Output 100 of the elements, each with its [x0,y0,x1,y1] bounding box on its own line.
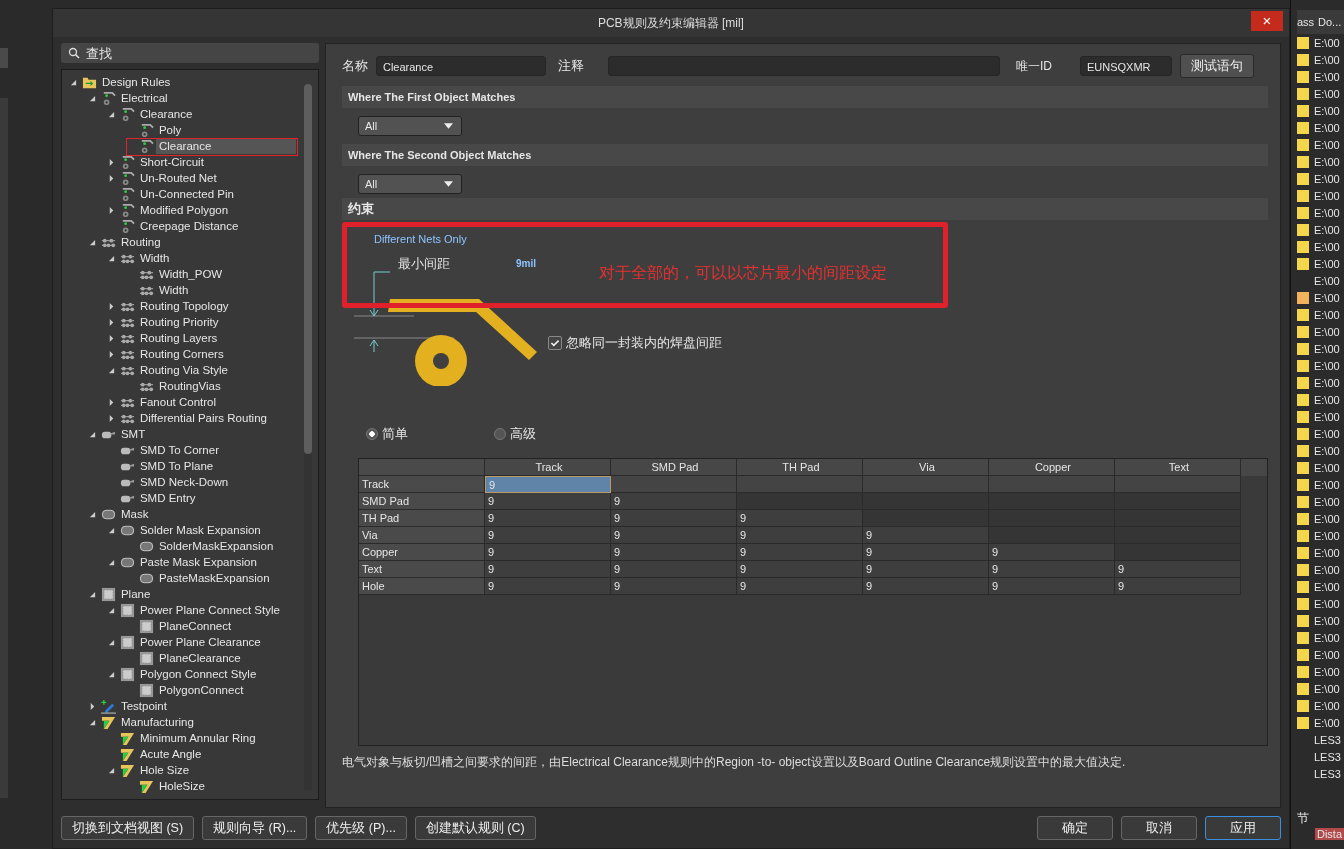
dialog-button[interactable]: 规则向导 (R)... [202,816,308,840]
collapse-arrow-icon[interactable] [107,110,115,118]
file-path[interactable]: E:\00 [1313,70,1340,83]
table-cell[interactable]: 9 [736,578,863,595]
collapse-arrow-icon[interactable] [107,766,115,774]
checkbox[interactable] [547,336,562,350]
table-cell[interactable]: 9 [484,561,611,578]
comment-field[interactable] [607,56,1000,76]
table-cell[interactable]: 9 [1114,578,1241,595]
tree-item[interactable]: Testpoint [117,698,170,714]
tree-item[interactable]: Acute Angle [136,746,205,762]
file-path[interactable]: E:\00 [1313,36,1340,49]
collapse-arrow-icon[interactable] [107,526,115,534]
tree-item[interactable]: Solder Mask Expansion [136,522,264,538]
file-path[interactable]: E:\00 [1313,308,1340,321]
file-path[interactable]: E:\00 [1313,291,1340,304]
tree-item[interactable]: Power Plane Clearance [136,634,264,650]
tree-item[interactable]: Width_POW [155,266,226,282]
tree-item[interactable]: SMD To Corner [136,442,222,458]
file-path[interactable]: E:\00 [1313,138,1340,151]
tree-item[interactable]: Power Plane Connect Style [136,602,283,618]
tree-item[interactable]: SMD Entry [136,490,199,506]
expand-arrow-icon[interactable] [88,702,96,710]
file-path[interactable]: E:\00 [1313,223,1340,236]
file-path[interactable]: E:\00 [1313,104,1340,117]
expand-arrow-icon[interactable] [107,350,115,358]
file-path[interactable]: E:\00 [1313,529,1340,542]
scope-dropdown[interactable]: All [357,174,462,194]
expand-arrow-icon[interactable] [107,334,115,342]
tree-item[interactable]: SMD Neck-Down [136,474,232,490]
file-path[interactable]: E:\00 [1313,393,1340,406]
dialog-button[interactable]: 优先级 (P)... [315,816,407,840]
table-cell[interactable]: 9 [988,561,1115,578]
tree-item[interactable]: Clearance [136,106,196,122]
collapse-arrow-icon[interactable] [69,78,77,86]
tree-item[interactable]: RoutingVias [155,378,224,394]
file-path[interactable]: E:\00 [1313,699,1340,712]
tree-item[interactable]: Modified Polygon [136,202,232,218]
table-cell[interactable]: 9 [484,527,611,544]
expand-arrow-icon[interactable] [107,318,115,326]
expand-arrow-icon[interactable] [107,158,115,166]
file-path[interactable]: LES3 [1313,750,1341,763]
expand-arrow-icon[interactable] [107,398,115,406]
collapse-arrow-icon[interactable] [88,238,96,246]
scrollbar[interactable] [303,84,312,790]
collapse-arrow-icon[interactable] [107,366,115,374]
tree-item[interactable]: Paste Mask Expansion [136,554,260,570]
table-cell[interactable]: 9 [862,527,989,544]
expand-arrow-icon[interactable] [107,414,115,422]
table-cell[interactable]: 9 [736,510,863,527]
file-path[interactable]: E:\00 [1313,376,1340,389]
tree-item[interactable]: HoleSize [155,778,208,794]
collapse-arrow-icon[interactable] [107,670,115,678]
tree-item[interactable]: Short-Circuit [136,154,207,170]
tree-item[interactable]: Routing Corners [136,346,227,362]
tree-item[interactable]: Routing Priority [136,314,222,330]
tree-item[interactable]: PasteMaskExpansion [155,570,273,586]
file-path[interactable]: E:\00 [1313,495,1340,508]
file-path[interactable]: E:\00 [1313,512,1340,525]
tree-item[interactable]: Electrical [117,90,171,106]
file-path[interactable]: E:\00 [1313,410,1340,423]
table-cell[interactable]: 9 [484,544,611,561]
collapse-arrow-icon[interactable] [88,94,96,102]
file-path[interactable]: E:\00 [1313,580,1340,593]
table-cell[interactable]: 9 [862,544,989,561]
id-field[interactable]: EUNSQXMR [1079,56,1172,76]
table-cell[interactable]: 9 [736,544,863,561]
tree-item[interactable]: Differential Pairs Routing [136,410,270,426]
name-field[interactable]: Clearance [375,56,546,76]
table-cell[interactable]: 9 [610,527,737,544]
collapse-arrow-icon[interactable] [107,606,115,614]
dialog-button[interactable]: 切换到文档视图 (S) [60,816,195,840]
file-path[interactable]: LES3 [1313,767,1341,780]
file-path[interactable]: E:\00 [1313,342,1340,355]
table-cell[interactable]: 9 [484,510,611,527]
file-path[interactable]: E:\00 [1313,325,1340,338]
table-cell[interactable]: 9 [484,578,611,595]
dialog-button[interactable]: 应用 [1204,816,1281,840]
tree-item[interactable]: Polygon Connect Style [136,666,260,682]
dialog-button[interactable]: 确定 [1036,816,1113,840]
table-cell[interactable]: 9 [862,578,989,595]
tree-item[interactable]: Routing Layers [136,330,221,346]
tree-item[interactable]: Poly [155,122,185,138]
collapse-arrow-icon[interactable] [88,718,96,726]
file-path[interactable]: E:\00 [1313,189,1340,202]
table-cell[interactable]: 9 [610,510,737,527]
file-path[interactable]: E:\00 [1313,53,1340,66]
tree-item[interactable]: Routing [117,234,164,250]
tree-item[interactable]: Un-Connected Pin [136,186,237,202]
collapse-arrow-icon[interactable] [107,254,115,262]
file-path[interactable]: E:\00 [1313,614,1340,627]
file-path[interactable]: E:\00 [1313,648,1340,661]
table-cell[interactable]: 9 [988,544,1115,561]
radio-button[interactable] [493,428,506,440]
collapse-arrow-icon[interactable] [88,430,96,438]
file-path[interactable]: E:\00 [1313,240,1340,253]
file-path[interactable]: E:\00 [1313,172,1340,185]
tree-item[interactable]: Un-Routed Net [136,170,220,186]
table-cell[interactable]: 9 [610,493,737,510]
table-cell[interactable]: 9 [988,578,1115,595]
